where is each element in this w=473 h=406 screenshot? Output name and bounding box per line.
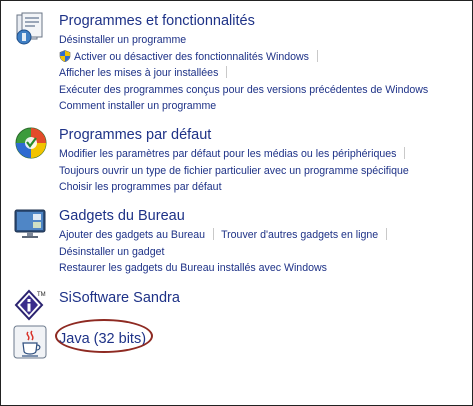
link-separator [316, 49, 318, 62]
trademark-mark: TM [37, 292, 46, 298]
section-title-desktop-gadgets[interactable]: Gadgets du Bureau [59, 206, 473, 226]
link-compatibility[interactable]: Exécuter des programmes conçus pour des … [59, 84, 428, 96]
link-restore-gadgets[interactable]: Restaurer les gadgets du Bureau installé… [59, 262, 327, 274]
highlight-circle [55, 319, 153, 353]
control-panel-programs: Programmes et fonctionnalités Désinstall… [0, 0, 473, 406]
link-how-to-install[interactable]: Comment installer un programme [59, 100, 216, 112]
java-icon[interactable] [13, 325, 49, 361]
section-title-programs-features[interactable]: Programmes et fonctionnalités [59, 11, 473, 31]
link-set-default-programs[interactable]: Choisir les programmes par défaut [59, 181, 222, 193]
link-separator [226, 66, 228, 78]
desktop-gadgets-icon[interactable] [13, 206, 49, 242]
link-separator [386, 228, 388, 240]
link-uninstall-gadget[interactable]: Désinstaller un gadget [59, 246, 164, 258]
link-windows-features[interactable]: Activer ou désactiver des fonctionnalité… [74, 51, 309, 63]
link-separator [213, 228, 215, 240]
link-add-gadgets[interactable]: Ajouter des gadgets au Bureau [59, 229, 205, 241]
link-autoplay-settings[interactable]: Modifier les paramètres par défaut pour … [59, 148, 396, 160]
uac-shield-icon [59, 49, 71, 62]
link-file-associations[interactable]: Toujours ouvrir un type de fichier parti… [59, 165, 409, 177]
link-view-updates[interactable]: Afficher les mises à jour installées [59, 67, 218, 79]
programs-features-icon[interactable] [13, 11, 49, 47]
link-uninstall-program[interactable]: Désinstaller un programme [59, 34, 186, 46]
link-find-gadgets-online[interactable]: Trouver d'autres gadgets en ligne [221, 229, 378, 241]
default-programs-icon[interactable] [13, 125, 49, 161]
sisoftware-sandra-icon[interactable]: TM [13, 288, 49, 324]
section-title-default-programs[interactable]: Programmes par défaut [59, 125, 473, 145]
link-separator [404, 147, 406, 159]
section-title-sisoftware-sandra[interactable]: SiSoftware Sandra [59, 288, 473, 308]
